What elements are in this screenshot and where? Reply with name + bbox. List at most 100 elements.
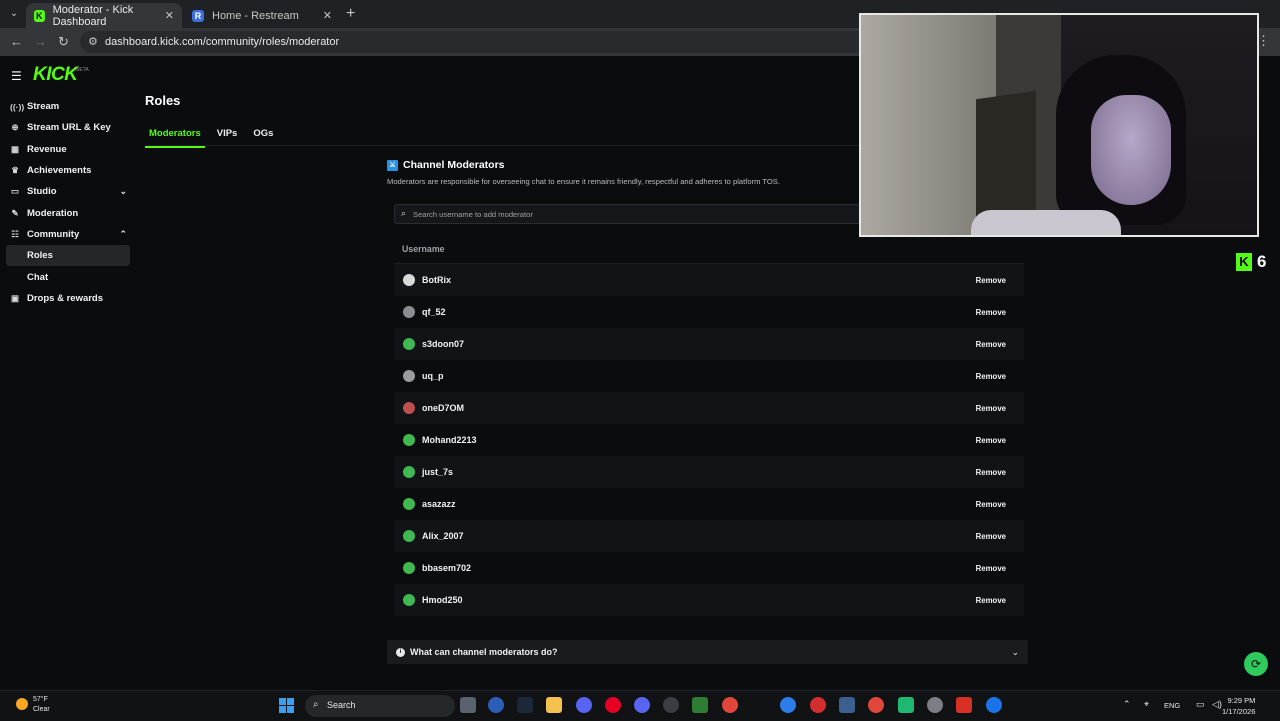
remove-moderator-button[interactable]: Remove [976, 532, 1006, 541]
sidebar-subitem-chat[interactable]: Chat [0, 266, 136, 287]
app-red-square-icon[interactable] [956, 697, 972, 713]
kick-k-icon: K [1236, 253, 1252, 271]
sidebar-item-achievements[interactable]: ♛ Achievements [0, 160, 136, 181]
url-text[interactable]: dashboard.kick.com/community/roles/moder… [105, 36, 339, 48]
browser-tab-kick[interactable]: K Moderator - Kick Dashboard ✕ [26, 3, 182, 28]
windows-start-icon[interactable] [279, 698, 294, 713]
hamburger-menu-icon[interactable]: ☰ [11, 69, 22, 83]
moderators-table: Username BotRix Remove qf_52 Remove s3doon07… [394, 234, 1024, 616]
discord-alt-icon[interactable] [634, 697, 650, 713]
moderator-username[interactable]: Alix_2007 [422, 531, 464, 541]
app-red-icon[interactable] [810, 697, 826, 713]
sidebar-item-label: Achievements [27, 165, 92, 177]
volume-icon[interactable]: ◁) [1212, 699, 1222, 710]
remove-moderator-button[interactable]: Remove [976, 308, 1006, 317]
moderator-username[interactable]: uq_p [422, 371, 444, 381]
support-chat-button[interactable]: ⟳ [1244, 652, 1268, 676]
forward-icon[interactable]: → [34, 34, 47, 49]
obs-icon[interactable] [663, 697, 679, 713]
table-row: s3doon07 Remove [394, 328, 1024, 360]
browser-tab-restream[interactable]: R Home - Restream ✕ [184, 3, 340, 28]
settings-icon[interactable] [927, 697, 943, 713]
file-explorer-icon[interactable] [546, 697, 562, 713]
moderator-username[interactable]: bbasem702 [422, 563, 471, 573]
section-description: Moderators are responsible for overseein… [387, 177, 780, 186]
table-row: qf_52 Remove [394, 296, 1024, 328]
moderator-username[interactable]: Mohand2213 [422, 435, 477, 445]
sidebar-subitem-roles[interactable]: Roles [6, 245, 130, 267]
close-tab-icon[interactable]: ✕ [165, 9, 174, 22]
moderator-username[interactable]: just_7s [422, 467, 453, 477]
studio-icon: ▭ [10, 186, 20, 197]
moderator-username[interactable]: BotRix [422, 275, 451, 285]
shield-app-icon[interactable] [839, 697, 855, 713]
remove-moderator-button[interactable]: Remove [976, 564, 1006, 573]
avatar [403, 370, 415, 382]
chrome-active-icon[interactable] [986, 697, 1002, 713]
sidebar-item-stream[interactable]: ((·)) Stream [0, 96, 136, 117]
moderator-username[interactable]: qf_52 [422, 307, 446, 317]
kick-logo[interactable]: KICK [33, 64, 78, 86]
app-blue-icon[interactable] [780, 697, 796, 713]
table-row: oneD7OM Remove [394, 392, 1024, 424]
sidebar-item-revenue[interactable]: ▦ Revenue [0, 139, 136, 160]
sidebar: ((·)) Stream ⊕ Stream URL & Key ▦ Revenu… [0, 96, 136, 309]
moderator-username[interactable]: asazazz [422, 499, 456, 509]
app-green-icon[interactable] [898, 697, 914, 713]
task-view-icon[interactable] [460, 697, 476, 713]
avatar [403, 338, 415, 350]
signal-icon: ((·)) [10, 101, 25, 112]
weather-temp: 57°F [33, 696, 48, 703]
table-row: Hmod250 Remove [394, 584, 1024, 616]
moderator-username[interactable]: s3doon07 [422, 339, 464, 349]
reload-icon[interactable]: ↻ [58, 34, 69, 50]
remove-moderator-button[interactable]: Remove [976, 404, 1006, 413]
remove-moderator-button[interactable]: Remove [976, 468, 1006, 477]
discord-icon[interactable] [576, 697, 592, 713]
chevron-down-icon[interactable]: ⌄ [119, 186, 127, 197]
table-row: Mohand2213 Remove [394, 424, 1024, 456]
remove-moderator-button[interactable]: Remove [976, 500, 1006, 509]
taskbar-search[interactable]: ⌕ Search [305, 695, 455, 717]
tab-search-button[interactable]: ⌄ [6, 6, 22, 22]
remove-moderator-button[interactable]: Remove [976, 436, 1006, 445]
network-icon[interactable]: ⌖ [1144, 699, 1149, 710]
moderator-username[interactable]: Hmod250 [422, 595, 463, 605]
remove-moderator-button[interactable]: Remove [976, 340, 1006, 349]
site-info-icon[interactable]: ⚙ [88, 35, 98, 48]
close-tab-icon[interactable]: ✕ [323, 9, 332, 22]
remove-moderator-button[interactable]: Remove [976, 372, 1006, 381]
chevron-down-icon[interactable]: ⌄ [1011, 647, 1019, 658]
steam-icon[interactable] [517, 697, 533, 713]
sidebar-item-drops-rewards[interactable]: ▣ Drops & rewards [0, 288, 136, 309]
new-tab-button[interactable]: + [346, 5, 355, 23]
sidebar-subitem-label: Roles [27, 250, 53, 262]
weather-widget[interactable]: 57°F Clear [16, 695, 50, 715]
kick-app-icon[interactable] [692, 697, 708, 713]
input-language[interactable]: ENG [1164, 701, 1180, 710]
chevron-up-icon[interactable]: ⌃ [1123, 699, 1131, 710]
clock[interactable]: 9:29 PM 1/17/2026 [1222, 695, 1255, 717]
chrome-icon[interactable] [722, 697, 738, 713]
sidebar-item-community[interactable]: ☷ Community ⌃ [0, 224, 136, 245]
sidebar-item-studio[interactable]: ▭ Studio ⌄ [0, 181, 136, 202]
moderator-username[interactable]: oneD7OM [422, 403, 464, 413]
sidebar-item-label: Moderation [27, 207, 79, 219]
remove-moderator-button[interactable]: Remove [976, 596, 1006, 605]
clock-time: 9:29 PM [1227, 696, 1256, 705]
sidebar-item-stream-url-key[interactable]: ⊕ Stream URL & Key [0, 117, 136, 138]
chart-icon: ▦ [10, 143, 20, 154]
back-icon[interactable]: ← [10, 34, 23, 49]
remove-moderator-button[interactable]: Remove [976, 276, 1006, 285]
chrome-profile-icon[interactable] [868, 697, 884, 713]
faq-question: What can channel moderators do? [410, 647, 558, 657]
weather-sun-icon [16, 698, 28, 710]
chevron-up-icon[interactable]: ⌃ [119, 229, 127, 240]
edge-like-app-icon[interactable] [488, 697, 504, 713]
search-icon: ⌕ [313, 699, 319, 710]
pinterest-icon[interactable] [605, 697, 621, 713]
sidebar-item-moderation[interactable]: ✎ Moderation [0, 202, 136, 223]
faq-accordion[interactable]: i What can channel moderators do? ⌄ [387, 640, 1028, 664]
taskbar-search-label: Search [327, 700, 356, 710]
monitor-icon[interactable]: ▭ [1196, 699, 1205, 710]
